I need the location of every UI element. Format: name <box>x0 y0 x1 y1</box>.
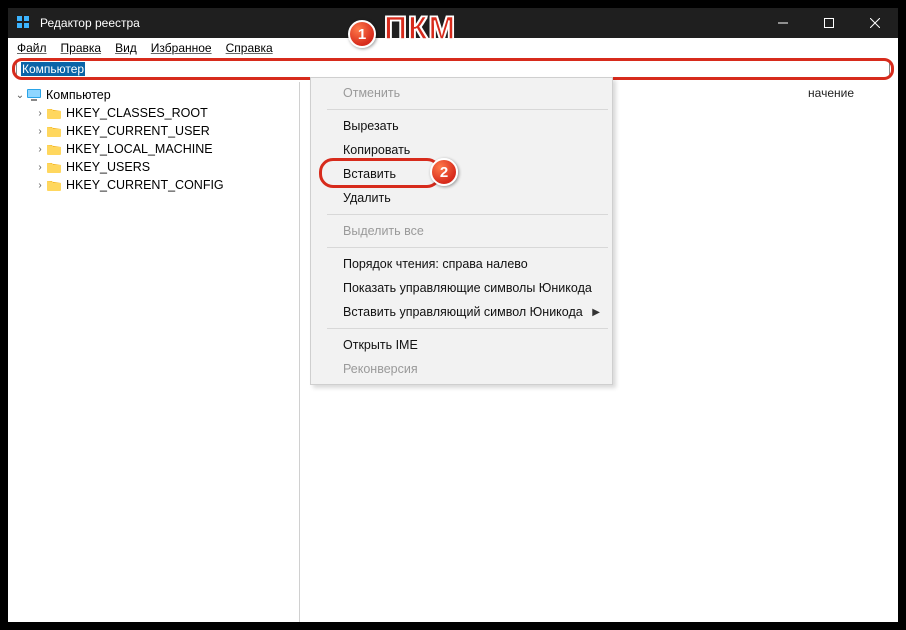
caret-right-icon: › <box>34 144 46 155</box>
tree-root-label: Компьютер <box>46 88 111 102</box>
ctx-separator <box>327 247 608 248</box>
tree-item-label: HKEY_CURRENT_CONFIG <box>66 178 224 192</box>
tree-item-hkey-classes-root[interactable]: › HKEY_CLASSES_ROOT <box>8 104 299 122</box>
tree-item-label: HKEY_LOCAL_MACHINE <box>66 142 213 156</box>
tree-item-hkey-users[interactable]: › HKEY_USERS <box>8 158 299 176</box>
menu-help[interactable]: Справка <box>219 41 280 55</box>
folder-icon <box>46 142 62 156</box>
folder-icon <box>46 124 62 138</box>
ctx-select-all: Выделить все <box>313 219 610 243</box>
caret-right-icon: › <box>34 180 46 191</box>
tree-panel: ⌄ Компьютер › HKEY_CLASSES_ROOT › HKEY_C… <box>8 82 300 622</box>
menu-file[interactable]: Файл <box>10 41 54 55</box>
maximize-button[interactable] <box>806 8 852 38</box>
caret-right-icon: › <box>34 126 46 137</box>
ctx-undo: Отменить <box>313 81 610 105</box>
ctx-reconversion: Реконверсия <box>313 357 610 381</box>
tree-root[interactable]: ⌄ Компьютер <box>8 86 299 104</box>
context-menu: Отменить Вырезать Копировать Вставить Уд… <box>310 77 613 385</box>
tree-item-label: HKEY_USERS <box>66 160 150 174</box>
menu-favorites[interactable]: Избранное <box>144 41 219 55</box>
tree-item-label: HKEY_CLASSES_ROOT <box>66 106 208 120</box>
menu-edit[interactable]: Правка <box>54 41 109 55</box>
ctx-paste[interactable]: Вставить <box>313 162 610 186</box>
caret-down-icon: ⌄ <box>14 90 26 101</box>
ctx-cut[interactable]: Вырезать <box>313 114 610 138</box>
addressbar[interactable]: Компьютер <box>16 60 890 78</box>
tree-item-hkey-current-user[interactable]: › HKEY_CURRENT_USER <box>8 122 299 140</box>
submenu-arrow-icon: ▶ <box>592 307 600 318</box>
minimize-button[interactable] <box>760 8 806 38</box>
caret-right-icon: › <box>34 108 46 119</box>
folder-icon <box>46 178 62 192</box>
computer-icon <box>26 88 42 102</box>
ctx-separator <box>327 214 608 215</box>
folder-icon <box>46 106 62 120</box>
callout-step-1: 1 <box>348 20 376 48</box>
menu-view[interactable]: Вид <box>108 41 144 55</box>
ctx-insert-unicode-ctrl-label: Вставить управляющий символ Юникода <box>343 305 583 319</box>
ctx-paste-label: Вставить <box>343 167 396 181</box>
addressbar-value: Компьютер <box>21 62 85 76</box>
close-button[interactable] <box>852 8 898 38</box>
ctx-separator <box>327 109 608 110</box>
ctx-show-unicode-ctrl[interactable]: Показать управляющие символы Юникода <box>313 276 610 300</box>
ctx-open-ime[interactable]: Открыть IME <box>313 333 610 357</box>
ctx-copy[interactable]: Копировать <box>313 138 610 162</box>
ctx-rtl[interactable]: Порядок чтения: справа налево <box>313 252 610 276</box>
callout-step-2: 2 <box>430 158 458 186</box>
list-column-partial: начение <box>808 86 854 100</box>
tree-item-label: HKEY_CURRENT_USER <box>66 124 210 138</box>
ctx-insert-unicode-ctrl[interactable]: Вставить управляющий символ Юникода ▶ <box>313 300 610 324</box>
app-icon <box>16 15 32 31</box>
annotation-pkm: ПКМ <box>384 10 456 47</box>
folder-icon <box>46 160 62 174</box>
tree-item-hkey-current-config[interactable]: › HKEY_CURRENT_CONFIG <box>8 176 299 194</box>
ctx-separator <box>327 328 608 329</box>
tree-item-hkey-local-machine[interactable]: › HKEY_LOCAL_MACHINE <box>8 140 299 158</box>
ctx-delete[interactable]: Удалить <box>313 186 610 210</box>
caret-right-icon: › <box>34 162 46 173</box>
